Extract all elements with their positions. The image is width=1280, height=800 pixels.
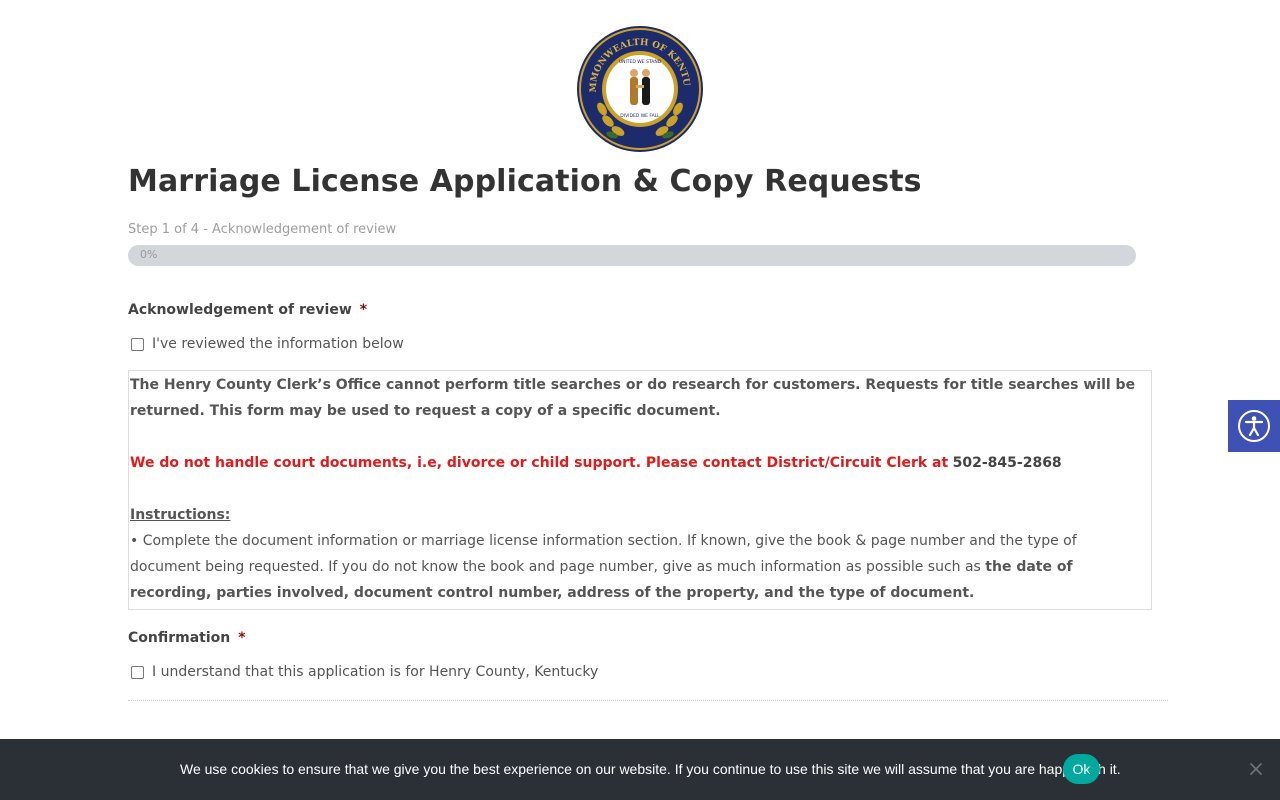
kentucky-seal-logo: COMMONWEALTH OF KENTUCKY UNITED WE STAND… bbox=[576, 25, 703, 152]
cookie-notice-text: We use cookies to ensure that we give yo… bbox=[180, 761, 1121, 777]
progress-percent: 0% bbox=[140, 248, 158, 261]
required-mark: * bbox=[238, 630, 246, 646]
accessibility-toolbar-button[interactable] bbox=[1228, 400, 1280, 452]
information-box: The Henry County Clerk’s Office cannot p… bbox=[128, 370, 1152, 610]
confirmation-label: Confirmation * bbox=[128, 630, 246, 646]
page-title: Marriage License Application & Copy Requ… bbox=[128, 164, 922, 199]
progress-bar: 0% bbox=[128, 245, 1136, 266]
instructions-body: • Complete the document information or m… bbox=[130, 533, 1077, 575]
instructions-heading: Instructions: bbox=[130, 507, 231, 523]
acknowledgement-label-text: Acknowledgement of review bbox=[128, 302, 352, 318]
acknowledgement-checkbox[interactable] bbox=[131, 337, 144, 351]
acknowledgement-checkbox-label[interactable]: I've reviewed the information below bbox=[152, 336, 404, 352]
svg-text:DIVIDED WE FALL: DIVIDED WE FALL bbox=[620, 113, 660, 119]
acknowledgement-label: Acknowledgement of review * bbox=[128, 302, 367, 318]
form-divider bbox=[128, 700, 1168, 701]
cookie-notice-bar: We use cookies to ensure that we give yo… bbox=[0, 739, 1280, 800]
cookie-ok-button[interactable]: Ok bbox=[1063, 754, 1100, 784]
close-icon[interactable] bbox=[1248, 761, 1264, 777]
clerk-phone-number: 502-845-2868 bbox=[952, 455, 1062, 471]
progress-step-label: Step 1 of 4 - Acknowledgement of review bbox=[128, 222, 397, 237]
instructions-text: • Complete the document information or m… bbox=[130, 528, 1145, 606]
required-mark: * bbox=[359, 302, 368, 318]
court-documents-note-text: We do not handle court documents, i.e, d… bbox=[130, 455, 949, 471]
info-paragraph: The Henry County Clerk’s Office cannot p… bbox=[130, 377, 1136, 419]
acknowledgement-checkbox-row[interactable]: I've reviewed the information below bbox=[131, 336, 404, 352]
court-documents-note: We do not handle court documents, i.e, d… bbox=[130, 450, 1145, 476]
svg-text:UNITED WE STAND: UNITED WE STAND bbox=[619, 59, 662, 65]
confirmation-checkbox-row[interactable]: I understand that this application is fo… bbox=[131, 664, 598, 680]
confirmation-checkbox[interactable] bbox=[131, 665, 144, 679]
confirmation-label-text: Confirmation bbox=[128, 630, 231, 646]
confirmation-checkbox-label[interactable]: I understand that this application is fo… bbox=[152, 664, 598, 680]
accessibility-icon bbox=[1238, 410, 1270, 442]
